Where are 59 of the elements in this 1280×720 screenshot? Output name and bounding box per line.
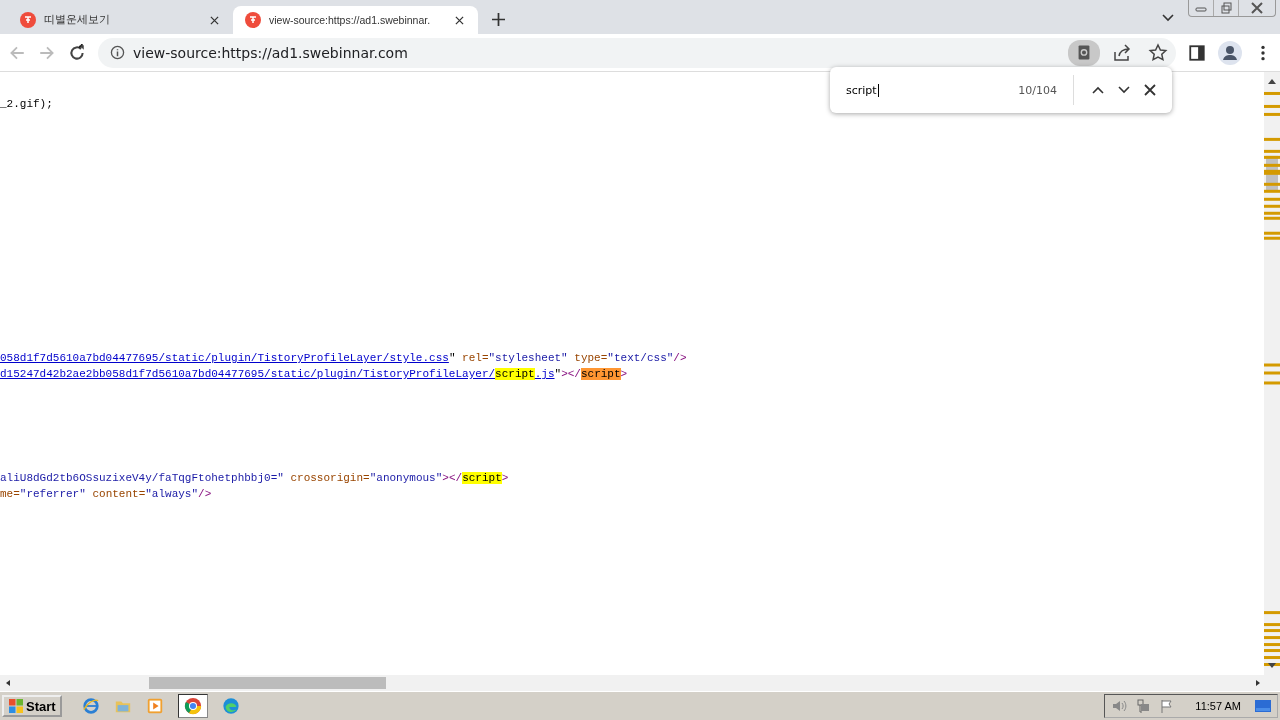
attribute-value: aliU8dGd2tb6OSsuzixeV4y/faTqgFtohetphbbj0="	[0, 472, 284, 484]
horizontal-scrollbar[interactable]	[0, 675, 1280, 691]
taskbar-button[interactable]	[177, 694, 208, 718]
chevron-down-icon[interactable]	[1118, 84, 1130, 96]
attribute-value: "always"	[145, 488, 199, 500]
scroll-left-icon[interactable]	[4, 679, 12, 687]
source-link[interactable]: .js	[534, 368, 555, 380]
show-desktop-icon[interactable]	[1255, 698, 1271, 714]
tag-bracket: ></	[561, 368, 581, 380]
attribute-name: rel=	[461, 352, 489, 364]
start-button[interactable]: Start	[2, 695, 62, 717]
windows-logo-icon	[8, 698, 24, 714]
close-icon[interactable]	[455, 15, 464, 25]
plus-icon[interactable]	[492, 13, 505, 26]
tab-title: view-source:https://ad1.swebinnar.	[269, 14, 432, 26]
find-page-icon[interactable]	[1068, 39, 1100, 66]
chevron-down-icon[interactable]	[1162, 14, 1174, 22]
browser-tab[interactable]: view-source:https://ad1.swebinnar.	[233, 6, 478, 34]
source-link[interactable]: 058d1f7d5610a7bd04477695/static/plugin/TistoryProfileLayer/style.css	[0, 352, 449, 364]
chevron-up-icon[interactable]	[1092, 84, 1104, 96]
tag-bracket: ></	[442, 472, 463, 484]
find-input[interactable]: script	[846, 83, 879, 97]
info-icon[interactable]	[110, 45, 125, 60]
vertical-scrollbar[interactable]	[1264, 72, 1280, 675]
match-count: 10/104	[1018, 83, 1057, 97]
media-player-icon[interactable]	[145, 697, 164, 715]
site-logo-icon	[245, 12, 261, 28]
search-match: script	[580, 368, 621, 380]
tag-bracket: />	[673, 352, 687, 364]
tag-bracket: >	[501, 472, 509, 484]
attribute-value: "anonymous"	[369, 472, 443, 484]
attribute-value: "referrer"	[19, 488, 86, 500]
side-panel-icon[interactable]	[1188, 43, 1206, 62]
search-match: script	[462, 472, 502, 484]
clock: 11:57 AM	[1195, 700, 1241, 712]
scroll-right-icon[interactable]	[1254, 679, 1262, 687]
close-icon[interactable]	[210, 15, 219, 25]
attribute-name: crossorigin=	[289, 472, 370, 484]
attribute-value: "text/css"	[607, 352, 674, 364]
source-text: _2.gif);	[0, 98, 53, 110]
tab-title: 띠별운세보기	[44, 13, 111, 27]
attribute-name: content=	[91, 488, 146, 500]
close-icon[interactable]	[1144, 84, 1156, 96]
internet-explorer-icon[interactable]	[81, 697, 100, 715]
source-text: "	[448, 352, 456, 364]
attribute-value: "stylesheet"	[488, 352, 568, 364]
tag-bracket: />	[198, 488, 212, 500]
attribute-name: me=	[0, 488, 20, 500]
avatar-icon[interactable]	[1218, 40, 1242, 65]
search-match: script	[495, 368, 535, 380]
address-field[interactable]: view-source:https://ad1.swebinnar.com	[133, 44, 408, 61]
browser-tab[interactable]: 띠별운세보기	[8, 6, 233, 34]
tag-bracket: >	[620, 368, 628, 380]
reload-icon[interactable]	[68, 43, 86, 62]
source-text: "	[554, 368, 562, 380]
attribute-name: type=	[573, 352, 608, 364]
browser-icon	[183, 697, 202, 715]
site-logo-icon	[20, 12, 36, 28]
source-link[interactable]: d15247d42b2ae2bb058d1f7d5610a7bd04477695/static/plugin/TistoryProfileLayer/	[0, 368, 496, 380]
